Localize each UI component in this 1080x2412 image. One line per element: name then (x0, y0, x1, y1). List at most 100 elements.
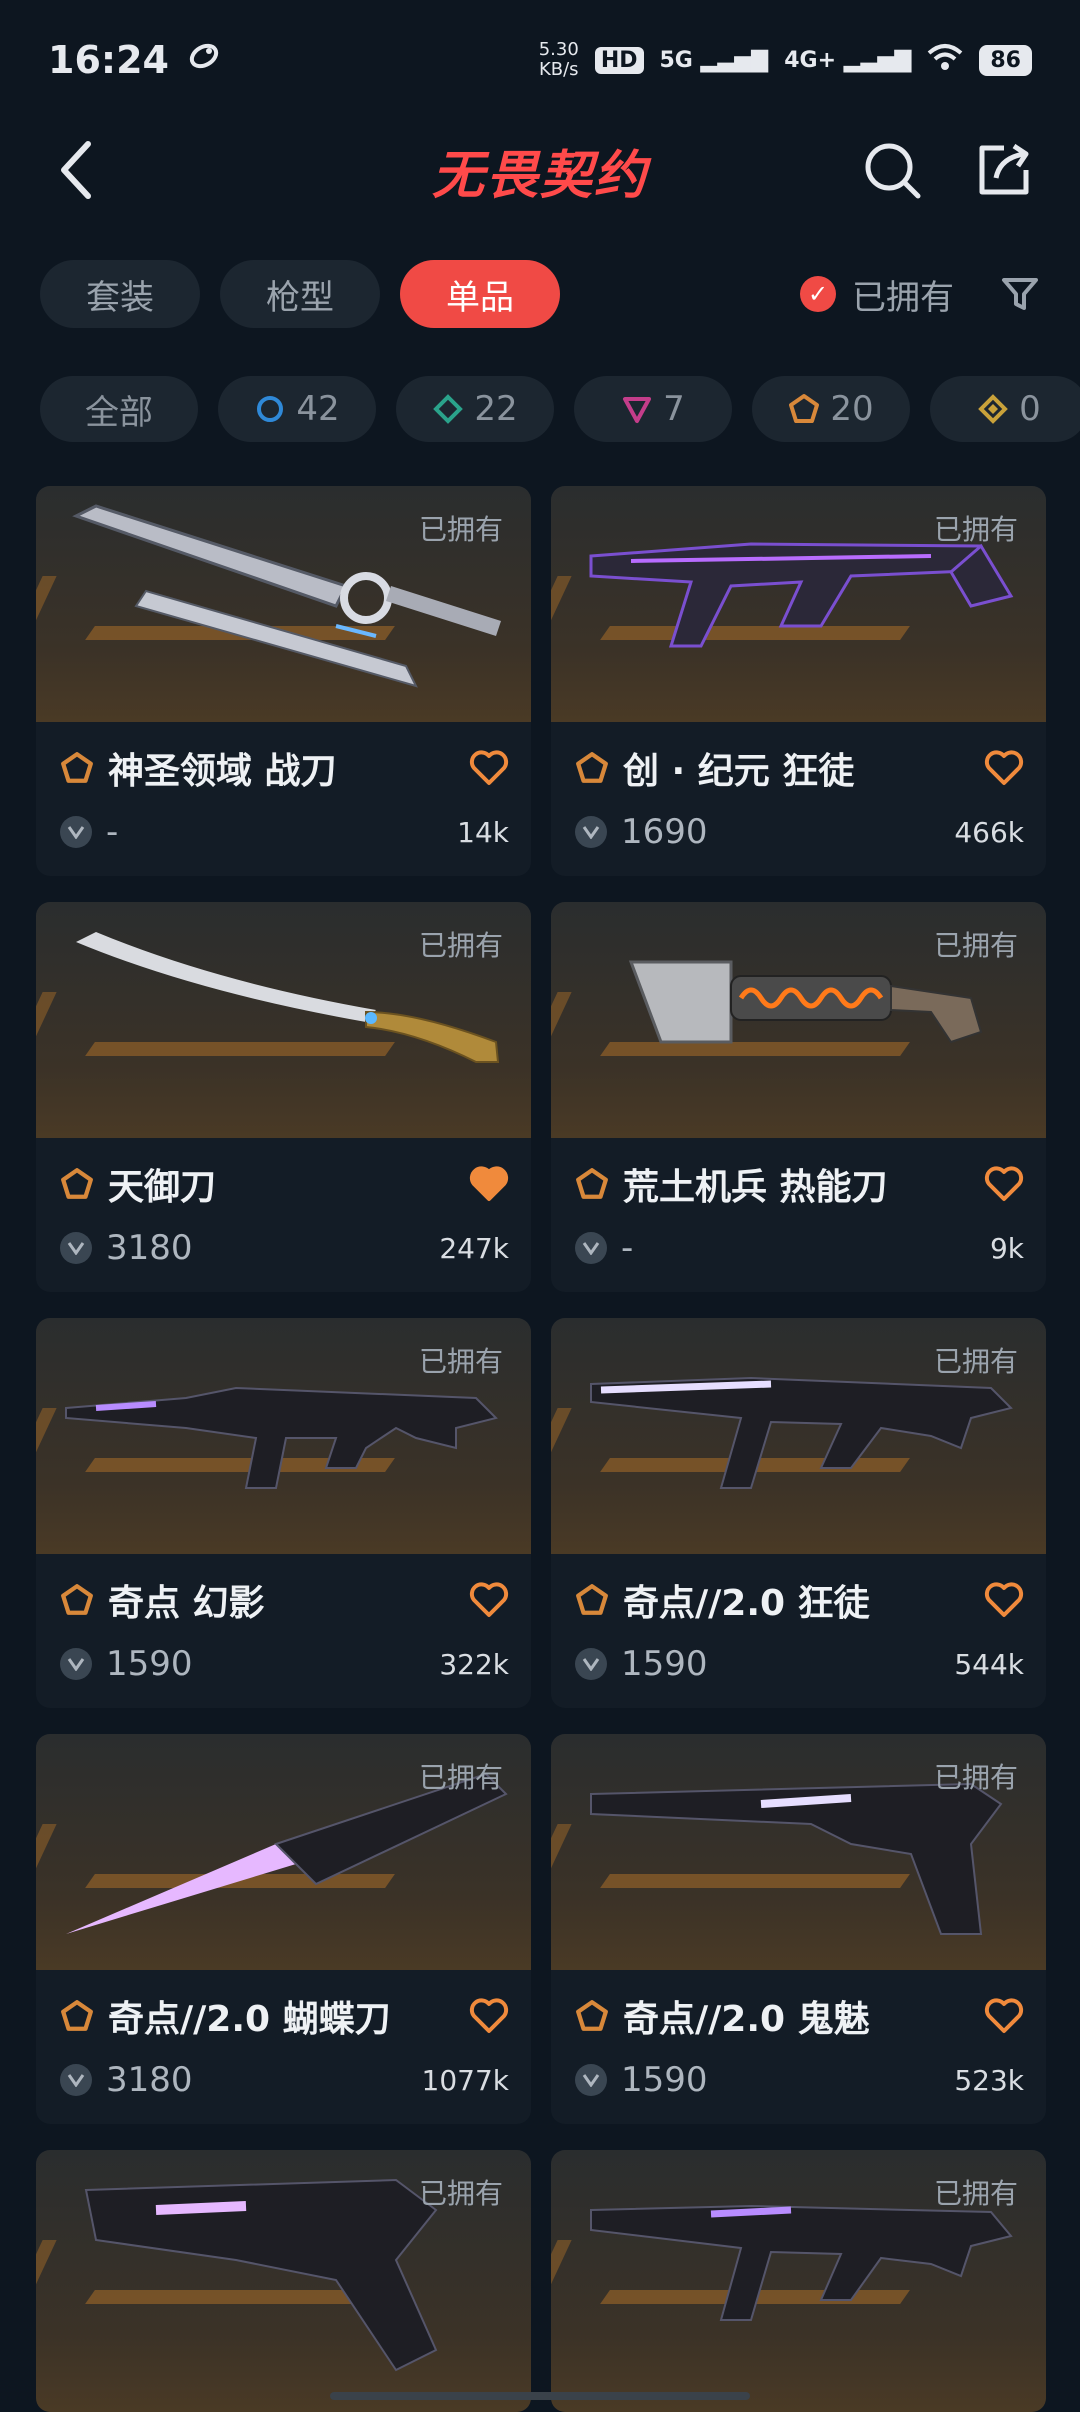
item-grid: 已拥有 神圣领域 战刀 - 14k 已拥有 创 · 纪元 狂徒 1690 466… (36, 486, 1046, 2412)
valorant-points-icon (575, 1232, 607, 1264)
item-price: 1590 (621, 1644, 708, 1684)
item-image: 已拥有 (36, 1734, 531, 1970)
item-name: 创 · 纪元 狂徒 (623, 751, 855, 792)
search-button[interactable] (856, 134, 928, 206)
item-image: 已拥有 (551, 486, 1046, 722)
heart-outline-icon[interactable] (469, 1582, 509, 1618)
item-name: 天御刀 (108, 1167, 217, 1208)
heart-outline-icon[interactable] (984, 750, 1024, 786)
heart-filled-icon[interactable] (469, 1166, 509, 1202)
valorant-points-icon (60, 2064, 92, 2096)
item-card[interactable]: 已拥有 奇点 幻影 1590 322k (36, 1318, 531, 1708)
status-bar: 16:24 5.30 KB/s HD 5G ▂▃▅▇ 4G+ ▂▃▅▇ 86 (0, 0, 1080, 120)
item-card[interactable]: 已拥有 创 · 纪元 狂徒 1690 466k (551, 486, 1046, 876)
owned-label: 已拥有 (933, 2177, 1018, 2210)
heart-outline-icon[interactable] (469, 750, 509, 786)
item-card[interactable]: 已拥有 奇点//2.0 蝴蝶刀 3180 1077k (36, 1734, 531, 2124)
valorant-points-icon (60, 1648, 92, 1680)
item-image: 已拥有 (36, 486, 531, 722)
chip-all[interactable]: 全部 (40, 376, 198, 442)
owned-label: 已拥有 (418, 1345, 503, 1378)
like-count: 9k (989, 1231, 1024, 1265)
item-price: 1690 (621, 812, 708, 852)
back-button[interactable] (40, 134, 112, 206)
valorant-points-icon (60, 1232, 92, 1264)
item-name: 奇点 幻影 (108, 1583, 265, 1624)
chip-ultra-tier[interactable]: 7 (574, 376, 732, 442)
check-icon: ✓ (800, 276, 836, 312)
item-card[interactable]: 已拥有 奇点//2.0 狂徒 1590 544k (551, 1318, 1046, 1708)
share-button[interactable] (968, 134, 1040, 206)
home-indicator[interactable] (330, 2392, 750, 2400)
item-price: - (106, 812, 119, 852)
chip-select-tier[interactable]: 42 (218, 376, 376, 442)
owned-label: 已拥有 (933, 1345, 1018, 1378)
signal-5g-icon: 5G ▂▃▅▇ (659, 47, 769, 73)
network-speed: 5.30 KB/s (538, 39, 579, 80)
like-count: 466k (954, 815, 1024, 849)
item-name: 奇点//2.0 鬼魅 (623, 1999, 870, 2040)
item-image: 已拥有 (551, 2150, 1046, 2412)
owned-label: 已拥有 (933, 513, 1018, 546)
item-image: 已拥有 (36, 902, 531, 1138)
heart-outline-icon[interactable] (469, 1998, 509, 2034)
item-price: 1590 (621, 2060, 708, 2100)
ultra-tier-icon (623, 397, 652, 423)
valorant-points-icon (575, 1648, 607, 1680)
select-tier-icon (257, 396, 284, 422)
item-name: 奇点//2.0 狂徒 (623, 1583, 870, 1624)
exclusive-tier-icon (789, 394, 820, 423)
chevron-left-icon (61, 141, 91, 199)
owned-label: 已拥有 (418, 2177, 503, 2210)
item-card[interactable]: 已拥有 神圣领域 战刀 - 14k (36, 486, 531, 876)
tier-filter-chips: 全部 42 22 7 20 0 (40, 376, 1080, 442)
item-card[interactable]: 已拥有 荒土机兵 热能刀 - 9k (551, 902, 1046, 1292)
filter-icon[interactable] (1000, 274, 1040, 314)
item-image: 已拥有 (551, 1318, 1046, 1554)
heart-outline-icon[interactable] (984, 1166, 1024, 1202)
share-icon (979, 143, 1029, 195)
item-card[interactable]: 已拥有 (551, 2150, 1046, 2412)
item-image: 已拥有 (551, 1734, 1046, 1970)
owned-label: 已拥有 (933, 1761, 1018, 1794)
owned-label: 已拥有 (418, 513, 503, 546)
item-card[interactable]: 已拥有 (36, 2150, 531, 2412)
exclusive-tier-icon (61, 2000, 93, 2031)
clock: 16:24 (48, 38, 169, 82)
item-name: 荒土机兵 热能刀 (623, 1167, 888, 1208)
item-image: 已拥有 (36, 1318, 531, 1554)
item-image: 已拥有 (36, 2150, 531, 2412)
page-title: 无畏契约 (431, 145, 649, 206)
like-count: 544k (954, 1647, 1024, 1681)
chip-premium-tier[interactable]: 0 (930, 376, 1080, 442)
signal-4g-icon: 4G+ ▂▃▅▇ (784, 47, 912, 73)
tab-weapon-types[interactable]: 枪型 (220, 260, 380, 328)
search-icon (865, 143, 921, 199)
wifi-icon (927, 43, 963, 77)
item-card[interactable]: 已拥有 奇点//2.0 鬼魅 1590 523k (551, 1734, 1046, 2124)
tab-bundles[interactable]: 套装 (40, 260, 200, 328)
like-count: 247k (439, 1231, 509, 1265)
item-price: 3180 (106, 1228, 193, 1268)
item-price: 1590 (106, 1644, 193, 1684)
chip-deluxe-tier[interactable]: 22 (396, 376, 554, 442)
owned-label: 已拥有 (418, 1761, 503, 1794)
valorant-points-icon (575, 2064, 607, 2096)
owned-filter-toggle[interactable]: ✓ 已拥有 (800, 270, 1040, 319)
item-card[interactable]: 已拥有 天御刀 3180 247k (36, 902, 531, 1292)
item-price: - (621, 1228, 634, 1268)
deluxe-tier-icon (433, 394, 464, 424)
app-notification-icon (187, 38, 221, 82)
tab-single-items[interactable]: 单品 (400, 260, 560, 328)
like-count: 523k (954, 2063, 1024, 2097)
heart-outline-icon[interactable] (984, 1998, 1024, 2034)
category-tabs: 套装 枪型 单品 ✓ 已拥有 (40, 258, 1040, 330)
premium-tier-icon (978, 394, 1009, 424)
heart-outline-icon[interactable] (984, 1582, 1024, 1618)
header: 无畏契约 (0, 120, 1080, 220)
exclusive-tier-icon (576, 752, 608, 783)
chip-exclusive-tier[interactable]: 20 (752, 376, 910, 442)
item-price: 3180 (106, 2060, 193, 2100)
valorant-points-icon (575, 816, 607, 848)
exclusive-tier-icon (576, 2000, 608, 2031)
